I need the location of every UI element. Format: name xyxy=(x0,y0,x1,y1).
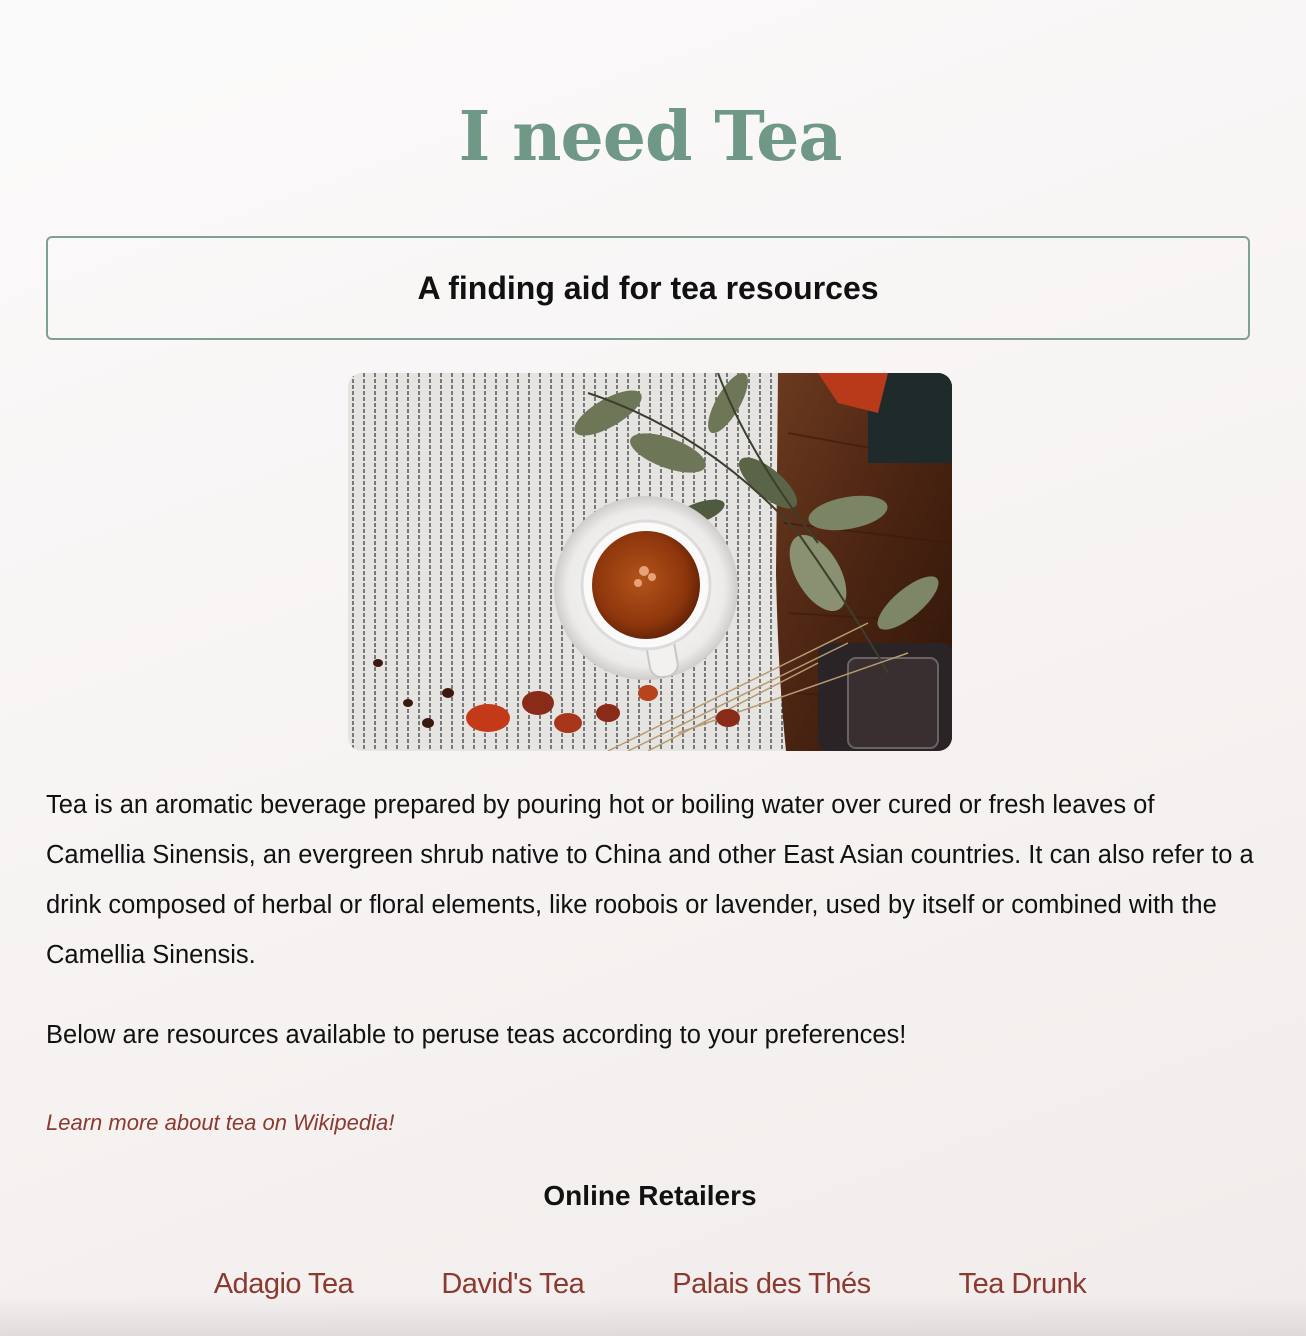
intro-paragraph: Tea is an aromatic beverage prepared by … xyxy=(46,791,1254,969)
wikipedia-link[interactable]: Learn more about tea on Wikipedia! xyxy=(46,1110,394,1136)
site-title: I need Tea xyxy=(458,97,843,177)
retailer-link-davids-tea[interactable]: David's Tea xyxy=(441,1268,584,1301)
retailers-heading: Online Retailers xyxy=(543,1180,757,1211)
hero-image xyxy=(348,373,952,751)
retailer-link-palais-des-thes[interactable]: Palais des Thés xyxy=(672,1268,871,1301)
resources-note: Below are resources available to peruse … xyxy=(46,1021,907,1049)
tagline: A finding aid for tea resources xyxy=(417,269,879,306)
retailer-link-adagio[interactable]: Adagio Tea xyxy=(214,1268,354,1301)
retailers-nav: Adagio Tea David's Tea Palais des Thés T… xyxy=(46,1268,1254,1301)
tea-cup-photo xyxy=(348,373,952,751)
retailer-link-tea-drunk[interactable]: Tea Drunk xyxy=(959,1268,1087,1301)
bottom-shade xyxy=(0,1296,1306,1336)
tagline-box: A finding aid for tea resources xyxy=(46,236,1250,340)
